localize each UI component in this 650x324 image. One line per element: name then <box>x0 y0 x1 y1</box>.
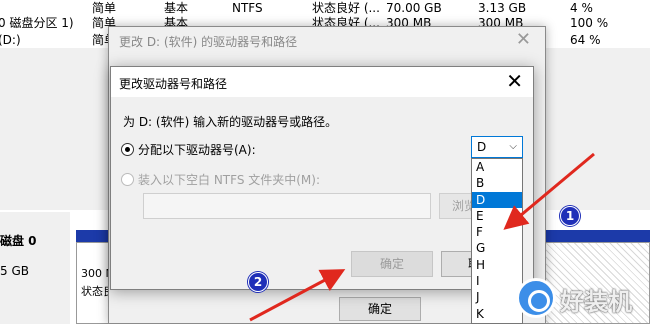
step-badge-1: 1 <box>560 206 580 226</box>
pct-cell: 100 % <box>570 16 609 30</box>
drive-letter-option[interactable]: B <box>472 175 522 191</box>
disk-size: 5 GB <box>0 264 29 278</box>
disk-label: 磁盘 0 <box>0 234 37 248</box>
pct-cell: 4 % <box>570 1 593 15</box>
type-cell: 基本 <box>164 1 189 15</box>
disk-info: 磁盘 0 5 GB <box>0 212 70 324</box>
volume-row[interactable]: 简单 基本 NTFS 状态良好 (... 70.00 GB 3.13 GB 4 … <box>0 0 650 16</box>
drive-letter-option-selected[interactable]: D <box>472 191 522 208</box>
instruction-text: 为 D: (软件) 输入新的驱动器号或路径。 <box>123 115 338 129</box>
dialog-title: 更改驱动器号和路径 <box>119 77 228 91</box>
drive-letter-option[interactable]: K <box>472 306 522 322</box>
free-cell: 3.13 GB <box>478 1 527 15</box>
outer-dialog-title: 更改 D: (软件) 的驱动器号和路径 <box>119 35 298 49</box>
step-badge-2: 2 <box>248 272 268 292</box>
volume-name-cell: (D:) <box>0 33 21 47</box>
outer-ok-button[interactable]: 确定 <box>339 297 421 321</box>
status-cell: 状态良好 (... <box>312 1 380 15</box>
volume-name-cell: 0 磁盘分区 1) <box>0 16 74 30</box>
drive-letter-option[interactable]: J <box>472 289 522 305</box>
fs-cell: NTFS <box>232 1 263 15</box>
drive-letter-value: D <box>477 140 487 154</box>
drive-letter-option[interactable]: F <box>472 224 522 240</box>
radio-unchecked-icon[interactable] <box>121 173 134 186</box>
drive-letter-option[interactable]: I <box>472 273 522 289</box>
chevron-down-icon[interactable]: ⌵ <box>509 137 517 157</box>
drive-letter-option[interactable]: A <box>472 159 522 175</box>
assign-letter-option[interactable]: 分配以下驱动器号(A): <box>121 141 256 158</box>
folder-path-input[interactable] <box>143 193 431 219</box>
radio-checked-icon[interactable] <box>121 143 134 156</box>
drive-letter-option[interactable]: E <box>472 208 522 224</box>
drive-letter-select[interactable]: D ⌵ <box>471 136 523 158</box>
assign-letter-label: 分配以下驱动器号(A): <box>138 143 256 157</box>
partition-header-bar <box>534 230 650 242</box>
capacity-cell: 70.00 GB <box>386 1 442 15</box>
mount-folder-option[interactable]: 装入以下空白 NTFS 文件夹中(M): <box>121 171 320 188</box>
drive-letter-option[interactable]: H <box>472 257 522 273</box>
watermark-logo-icon <box>516 278 556 318</box>
watermark-text: 好装机 <box>560 288 632 316</box>
ok-button[interactable]: 确定 <box>351 251 433 277</box>
dialog-titlebar: 更改驱动器号和路径 ✕ <box>111 67 533 97</box>
pct-cell: 64 % <box>570 33 601 47</box>
mount-folder-label: 装入以下空白 NTFS 文件夹中(M): <box>138 173 321 187</box>
watermark: 好装机 <box>516 278 650 324</box>
close-icon[interactable]: ✕ <box>516 29 531 50</box>
drive-letter-option[interactable]: G <box>472 240 522 256</box>
close-icon[interactable]: ✕ <box>506 69 523 93</box>
layout-cell: 简单 <box>92 1 117 15</box>
